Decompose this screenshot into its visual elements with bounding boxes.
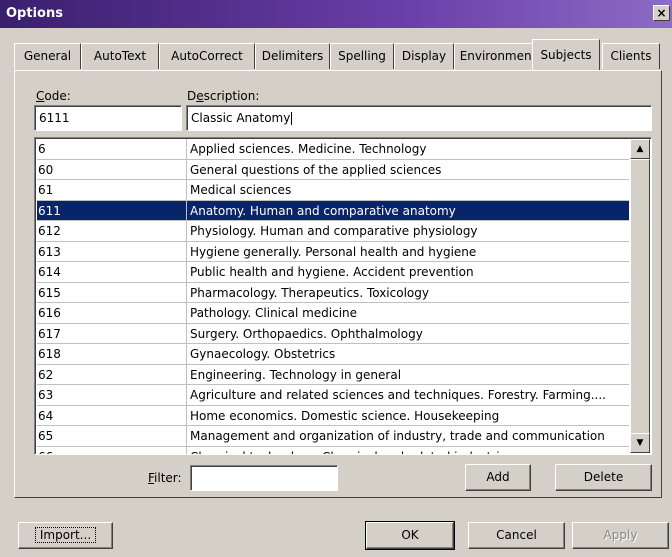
close-icon: × bbox=[656, 6, 667, 20]
list-row[interactable]: 60 General questions of the applied scien… bbox=[37, 159, 629, 180]
list-row[interactable]: 64 Home economics. Domestic science. Hous… bbox=[37, 405, 629, 426]
tab-autotext[interactable]: AutoText bbox=[81, 43, 159, 69]
add-button[interactable]: Add bbox=[465, 464, 531, 491]
filter-label: Filter: bbox=[148, 471, 182, 485]
tab-environment[interactable]: Environment bbox=[454, 43, 542, 69]
scroll-up-button[interactable]: ▲ bbox=[630, 139, 650, 159]
description-field[interactable]: Classic Anatomy bbox=[186, 105, 652, 131]
description-label: Description: bbox=[187, 89, 260, 103]
tab-subjects[interactable]: Subjects bbox=[532, 39, 600, 70]
list-row-selected[interactable]: 611 Anatomy. Human and comparative anatom… bbox=[37, 200, 629, 221]
title-bar: Options × bbox=[0, 0, 672, 28]
arrow-up-icon: ▲ bbox=[636, 144, 644, 154]
tab-clients[interactable]: Clients bbox=[602, 43, 660, 69]
list-row[interactable]: 615 Pharmacology. Therapeutics. Toxicolog… bbox=[37, 282, 629, 303]
filter-field[interactable] bbox=[190, 465, 338, 491]
close-button[interactable]: × bbox=[653, 5, 670, 21]
import-button[interactable]: Import... bbox=[18, 522, 113, 549]
list-row[interactable]: 66Chemical technology. Chemical and rela… bbox=[37, 446, 629, 454]
list-row[interactable]: 612 Physiology. Human and comparative phy… bbox=[37, 221, 629, 242]
scroll-thumb[interactable] bbox=[630, 159, 650, 435]
tab-display[interactable]: Display bbox=[394, 43, 454, 69]
list-row[interactable]: 613 Hygiene generally. Personal health an… bbox=[37, 241, 629, 262]
tab-delimiters[interactable]: Delimiters bbox=[255, 43, 330, 69]
text-caret bbox=[291, 112, 293, 125]
code-label: Code: bbox=[36, 89, 71, 103]
list-row[interactable]: 62 Engineering. Technology in general bbox=[37, 364, 629, 385]
list-row[interactable]: 6 Applied sciences. Medicine. Technology bbox=[37, 139, 629, 160]
list-row[interactable]: 63 Agriculture and related sciences and t… bbox=[37, 385, 629, 406]
code-field[interactable]: 6111 bbox=[34, 105, 182, 131]
window-title: Options bbox=[6, 6, 63, 21]
list-scrollbar[interactable]: ▲ ▼ bbox=[630, 139, 650, 453]
list-row[interactable]: 616 Pathology. Clinical medicine bbox=[37, 303, 629, 324]
apply-button[interactable]: Apply bbox=[572, 522, 669, 549]
list-row[interactable]: 614 Public health and hygiene. Accident p… bbox=[37, 262, 629, 283]
tab-general[interactable]: General bbox=[14, 43, 81, 69]
list-row[interactable]: 618 Gynaecology. Obstetrics bbox=[37, 344, 629, 365]
subjects-list[interactable]: 6 Applied sciences. Medicine. Technology … bbox=[34, 137, 652, 455]
list-row[interactable]: 65 Management and organization of industr… bbox=[37, 426, 629, 447]
ok-button[interactable]: OK bbox=[365, 521, 455, 550]
cancel-button[interactable]: Cancel bbox=[468, 522, 565, 549]
tab-spelling[interactable]: Spelling bbox=[330, 43, 394, 69]
tab-autocorrect[interactable]: AutoCorrect bbox=[159, 43, 255, 69]
delete-button[interactable]: Delete bbox=[555, 464, 652, 491]
arrow-down-icon: ▼ bbox=[636, 438, 644, 448]
list-row[interactable]: 61 Medical sciences bbox=[37, 180, 629, 201]
list-row[interactable]: 617 Surgery. Orthopaedics. Ophthalmology bbox=[37, 323, 629, 344]
scroll-down-button[interactable]: ▼ bbox=[630, 433, 650, 453]
